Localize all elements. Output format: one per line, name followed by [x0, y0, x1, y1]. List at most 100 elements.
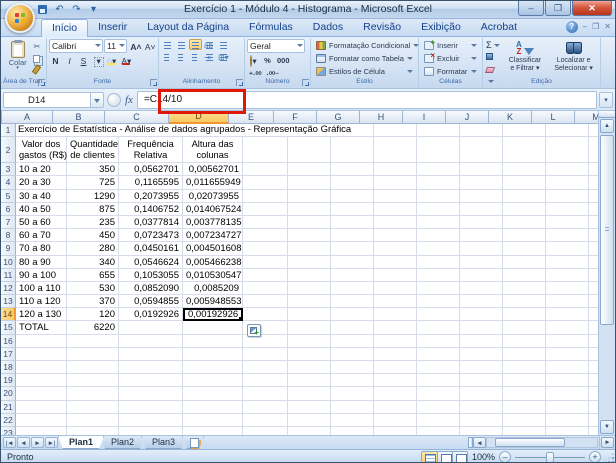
cell-D20[interactable]: [183, 387, 243, 400]
cell-L1[interactable]: [546, 124, 589, 137]
cell-C8[interactable]: 0,0723473: [119, 229, 183, 242]
ribbon-tab-1[interactable]: Inserir: [88, 19, 137, 37]
row-header-16[interactable]: 16: [1, 335, 16, 348]
scroll-right-icon[interactable]: ►: [601, 437, 614, 448]
cell-B21[interactable]: [67, 401, 119, 414]
cell-K22[interactable]: [503, 414, 546, 427]
cell-A2[interactable]: Valor dosgastos (R$): [16, 137, 67, 163]
cell-F17[interactable]: [288, 348, 331, 361]
cell-I2[interactable]: [417, 137, 460, 163]
row-header-22[interactable]: 22: [1, 414, 16, 427]
cell-L14[interactable]: [546, 308, 589, 321]
cell-F6[interactable]: [288, 203, 331, 216]
row-header-10[interactable]: 10: [1, 256, 16, 269]
row-header-6[interactable]: 6: [1, 203, 16, 216]
cell-B8[interactable]: 450: [67, 229, 119, 242]
cell-D18[interactable]: [183, 361, 243, 374]
row-header-3[interactable]: 3: [1, 163, 16, 176]
wrap-text-icon[interactable]: [217, 39, 230, 50]
cell-I6[interactable]: [417, 203, 460, 216]
cell-C18[interactable]: [119, 361, 183, 374]
format-cells-button[interactable]: Formatar: [421, 65, 480, 77]
cell-I23[interactable]: [417, 427, 460, 435]
column-header-d[interactable]: D: [169, 111, 229, 124]
fill-button[interactable]: [485, 52, 501, 64]
sheet-tab-plan3[interactable]: Plan3: [141, 436, 186, 449]
cell-L16[interactable]: [546, 335, 589, 348]
cell-F14[interactable]: [288, 308, 331, 321]
horizontal-scroll-thumb[interactable]: [495, 438, 565, 447]
cell-J3[interactable]: [460, 163, 503, 176]
cell-B2[interactable]: Quantidadede clientes: [67, 137, 119, 163]
cell-L8[interactable]: [546, 229, 589, 242]
row-header-5[interactable]: 5: [1, 190, 16, 203]
row-header-11[interactable]: 11: [1, 269, 16, 282]
cell-H21[interactable]: [374, 401, 417, 414]
cell-B5[interactable]: 1290: [67, 190, 119, 203]
next-sheet-icon[interactable]: ►: [31, 437, 44, 448]
merge-center-icon[interactable]: ⊞▾: [217, 51, 230, 62]
cell-B6[interactable]: 875: [67, 203, 119, 216]
cell-F23[interactable]: [288, 427, 331, 435]
cell-J23[interactable]: [460, 427, 503, 435]
cell-F20[interactable]: [288, 387, 331, 400]
normal-view-button[interactable]: [422, 452, 437, 463]
cell-K10[interactable]: [503, 256, 546, 269]
cell-B14[interactable]: 120: [67, 308, 119, 321]
cell-G2[interactable]: [331, 137, 374, 163]
cell-J16[interactable]: [460, 335, 503, 348]
cell-G9[interactable]: [331, 242, 374, 255]
close-button[interactable]: ✕: [572, 1, 612, 16]
cell-C7[interactable]: 0,0377814: [119, 216, 183, 229]
cell-H10[interactable]: [374, 256, 417, 269]
ribbon-tab-7[interactable]: Acrobat: [471, 19, 527, 37]
cell-K12[interactable]: [503, 282, 546, 295]
cell-K19[interactable]: [503, 374, 546, 387]
cell-E6[interactable]: [243, 203, 288, 216]
workbook-restore-icon[interactable]: ❐: [592, 21, 599, 33]
cell-C12[interactable]: 0,0852090: [119, 282, 183, 295]
cell-K2[interactable]: [503, 137, 546, 163]
cell-L10[interactable]: [546, 256, 589, 269]
cell-G22[interactable]: [331, 414, 374, 427]
cell-E17[interactable]: [243, 348, 288, 361]
cell-L17[interactable]: [546, 348, 589, 361]
cell-styles-button[interactable]: Estilos de Célula: [313, 65, 416, 77]
cell-K3[interactable]: [503, 163, 546, 176]
cell-B10[interactable]: 340: [67, 256, 119, 269]
cell-B18[interactable]: [67, 361, 119, 374]
cell-K13[interactable]: [503, 295, 546, 308]
cell-A20[interactable]: [16, 387, 67, 400]
cell-F21[interactable]: [288, 401, 331, 414]
ribbon-tab-3[interactable]: Fórmulas: [239, 19, 303, 37]
column-header-h[interactable]: H: [360, 111, 403, 124]
delete-cells-button[interactable]: Excluir: [421, 52, 480, 64]
cell-K15[interactable]: [503, 321, 546, 334]
cell-L7[interactable]: [546, 216, 589, 229]
ribbon-tab-2[interactable]: Layout da Página: [137, 19, 239, 37]
cell-C14[interactable]: 0,0192926: [119, 308, 183, 321]
minimize-button[interactable]: –: [518, 1, 544, 16]
cell-G13[interactable]: [331, 295, 374, 308]
orientation-icon[interactable]: ab: [203, 39, 216, 50]
cell-A7[interactable]: 50 a 60: [16, 216, 67, 229]
cell-G5[interactable]: [331, 190, 374, 203]
maximize-button[interactable]: ❐: [545, 1, 571, 16]
fx-icon[interactable]: fx: [125, 94, 133, 106]
row-header-19[interactable]: 19: [1, 374, 16, 387]
cell-I7[interactable]: [417, 216, 460, 229]
cell-A19[interactable]: [16, 374, 67, 387]
cell-I9[interactable]: [417, 242, 460, 255]
cell-K18[interactable]: [503, 361, 546, 374]
cell-A4[interactable]: 20 a 30: [16, 176, 67, 189]
column-header-i[interactable]: I: [403, 111, 446, 124]
cell-G16[interactable]: [331, 335, 374, 348]
cell-H17[interactable]: [374, 348, 417, 361]
column-header-a[interactable]: A: [2, 111, 53, 124]
cell-K9[interactable]: [503, 242, 546, 255]
conditional-formatting-button[interactable]: Formatação Condicional: [313, 39, 416, 51]
cell-E23[interactable]: [243, 427, 288, 435]
cell-A14[interactable]: 120 a 130: [16, 308, 67, 321]
align-bottom-icon[interactable]: [189, 39, 202, 50]
cell-B22[interactable]: [67, 414, 119, 427]
